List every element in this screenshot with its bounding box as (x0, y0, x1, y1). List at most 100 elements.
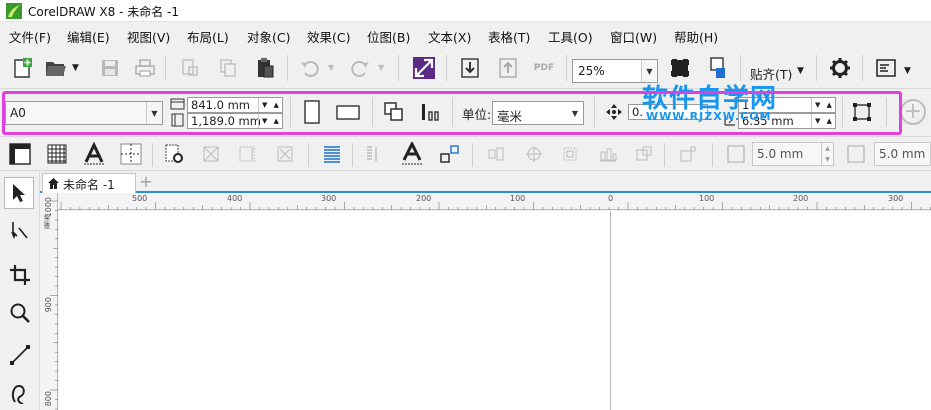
decrement-icon[interactable]: ▼ (822, 154, 833, 165)
toolbox (0, 171, 40, 410)
customize-icon (876, 59, 896, 77)
crop-tool-button[interactable] (6, 261, 34, 289)
grid-icon (47, 144, 67, 164)
shape-tool-button[interactable] (6, 217, 34, 245)
search-content-icon (413, 57, 435, 79)
property-bar-highlight (2, 91, 902, 135)
guidelines-icon (120, 143, 142, 165)
menu-text[interactable]: 文本(X) (428, 27, 471, 46)
new-document-button[interactable] (8, 54, 36, 82)
h-ruler-label: 300 (321, 194, 337, 203)
cut-button[interactable] (176, 54, 204, 82)
outline-box-button-2[interactable] (842, 140, 870, 168)
open-dropdown-icon[interactable]: ▼ (72, 63, 79, 73)
paste-button[interactable] (251, 54, 279, 82)
add-preset-icon[interactable]: + (900, 99, 926, 125)
menu-object[interactable]: 对象(C) (247, 27, 290, 46)
redo-dropdown-icon[interactable]: ▼ (378, 63, 384, 72)
menu-edit[interactable]: 编辑(E) (67, 27, 110, 46)
new-document-icon (14, 58, 32, 78)
menu-help[interactable]: 帮助(H) (674, 27, 718, 46)
text-frame-button[interactable] (398, 140, 426, 168)
show-rulers-button[interactable] (6, 140, 34, 168)
h-ruler-label: 100 (699, 194, 715, 203)
group-icon (636, 146, 652, 161)
horizontal-ruler[interactable]: 500 400 300 200 100 0 100 200 300 (58, 193, 931, 210)
menu-bitmaps[interactable]: 位图(B) (367, 27, 410, 46)
import-button[interactable] (456, 54, 484, 82)
save-button[interactable] (96, 54, 124, 82)
options-button[interactable] (826, 54, 854, 82)
quick-customize-button[interactable] (872, 54, 900, 82)
menu-window[interactable]: 窗口(W) (610, 27, 657, 46)
customize-dropdown-icon[interactable]: ▼ (904, 66, 911, 76)
placeholder-button-1[interactable] (198, 140, 226, 168)
pdf-icon: PDF (533, 63, 555, 73)
export-button[interactable] (494, 54, 522, 82)
open-button[interactable] (42, 54, 70, 82)
drawing-canvas[interactable] (59, 211, 931, 410)
undo-dropdown-icon[interactable]: ▼ (328, 63, 334, 72)
size-field-1[interactable]: 5.0 mm ▲ ▼ (752, 142, 834, 166)
gear-icon (830, 58, 850, 78)
align-button-3[interactable] (556, 140, 584, 168)
frame-placeholder-icon (277, 146, 293, 162)
redo-button[interactable] (346, 54, 374, 82)
zoom-tool-button[interactable] (6, 299, 34, 327)
menu-view[interactable]: 视图(V) (127, 27, 170, 46)
pick-tool-button[interactable] (4, 177, 34, 209)
show-text-frames-button[interactable] (80, 140, 108, 168)
doc-settings-icon (165, 144, 183, 163)
center-align-icon (526, 146, 542, 162)
size-field-1-value: 5.0 mm (757, 147, 804, 161)
placeholder-button-2[interactable] (234, 140, 262, 168)
menu-tools[interactable]: 工具(O) (548, 27, 593, 46)
undo-button[interactable] (296, 54, 324, 82)
align-button-2[interactable] (520, 140, 548, 168)
folder-open-icon (46, 62, 66, 76)
increment-icon[interactable]: ▲ (822, 143, 833, 154)
link-frames-button[interactable] (436, 140, 464, 168)
outline-box-2-icon (847, 145, 865, 163)
line-tool-icon (10, 345, 30, 365)
undo-icon (301, 61, 319, 77)
outline-box-button[interactable] (722, 140, 750, 168)
copy-button[interactable] (214, 54, 242, 82)
curve-tool-icon (11, 384, 25, 404)
placeholder-button-3[interactable] (272, 140, 300, 168)
window-title: CorelDRAW X8 - 未命名 -1 (28, 5, 180, 19)
cut-icon (182, 59, 198, 76)
columns-button[interactable] (360, 140, 388, 168)
menu-layout[interactable]: 布局(L) (187, 27, 229, 46)
print-icon (135, 59, 155, 77)
coreldraw-logo-icon (6, 3, 22, 19)
menu-table[interactable]: 表格(T) (488, 27, 530, 46)
corelconnect-button[interactable] (410, 54, 438, 82)
document-settings-button[interactable] (160, 140, 188, 168)
menu-effects[interactable]: 效果(C) (307, 27, 350, 46)
columns-icon (367, 146, 377, 161)
snap-dropdown-icon[interactable]: ▼ (797, 66, 804, 76)
align-button-4[interactable] (594, 140, 622, 168)
h-ruler-label: 200 (416, 194, 432, 203)
add-tab-icon[interactable]: + (138, 174, 154, 191)
export-icon (499, 58, 517, 78)
menu-file[interactable]: 文件(F) (9, 27, 51, 46)
redo-icon (351, 61, 369, 77)
freehand-tool-button[interactable] (6, 341, 34, 369)
align-button-1[interactable] (482, 140, 510, 168)
align-button-6[interactable] (674, 140, 702, 168)
document-tab[interactable]: 未命名 -1 (42, 173, 136, 193)
artistic-media-tool-button[interactable] (6, 379, 34, 407)
publish-pdf-button[interactable]: PDF (530, 54, 558, 82)
shape-node-icon (11, 222, 28, 239)
snap-guidelines-button[interactable] (117, 140, 145, 168)
align-button-5[interactable] (630, 140, 658, 168)
distribute-icon (563, 147, 577, 161)
size-field-2[interactable]: 5.0 mm (874, 142, 931, 166)
vertical-ruler[interactable]: 毫米 1000 900 800 (40, 193, 58, 410)
copy-icon (220, 59, 236, 77)
align-justify-button[interactable] (318, 140, 346, 168)
print-button[interactable] (131, 54, 159, 82)
show-grid-button[interactable] (43, 140, 71, 168)
